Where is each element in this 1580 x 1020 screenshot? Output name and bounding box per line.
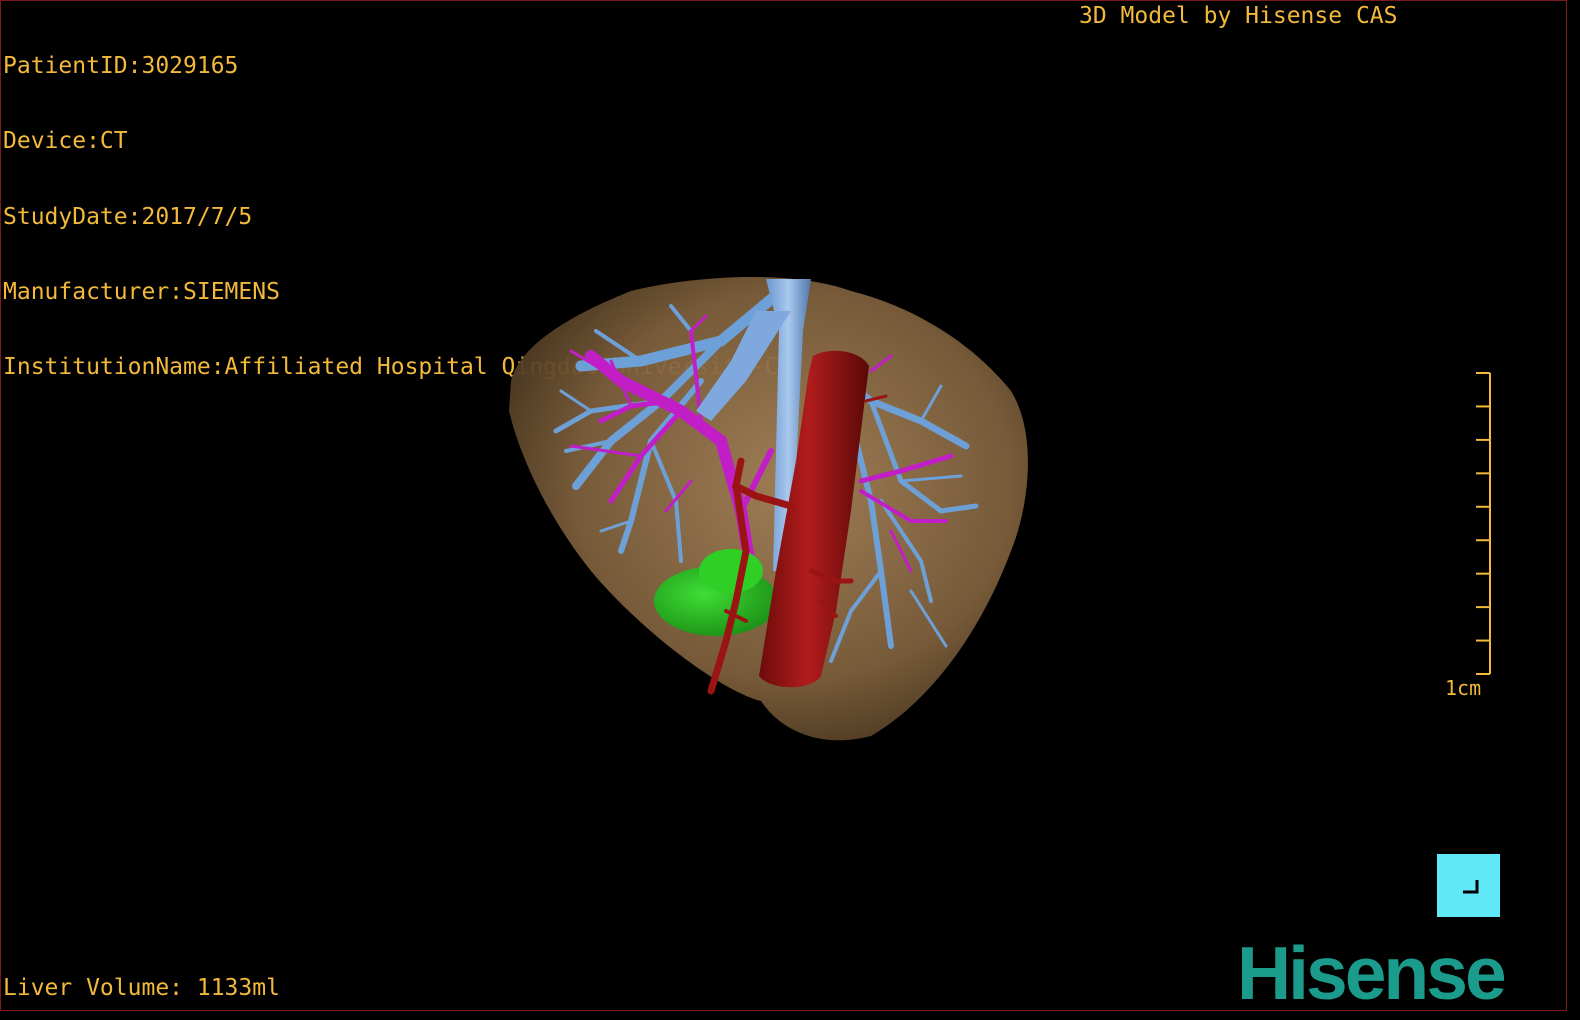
study-date-text: StudyDate:2017/7/5 [3, 203, 253, 230]
patient-id-text: PatientID:3029165 [3, 53, 239, 79]
liver-3d-model[interactable] [491, 271, 1036, 746]
device-text: Device:CT [3, 128, 128, 155]
model-credit-text: 3D Model by Hisense CAS [1079, 3, 1398, 29]
scale-bar [1476, 372, 1491, 675]
scale-label: 1cm [1445, 676, 1482, 700]
liver-volume-text: Liver Volume: 1133ml [3, 975, 280, 1001]
view-reset-button[interactable] [1437, 854, 1500, 917]
hisense-logo: Hisense [1237, 931, 1507, 1011]
corner-bracket-icon [1463, 880, 1479, 894]
3d-viewport[interactable]: PatientID:3029165 Device:CT StudyDate:20… [0, 0, 1567, 1011]
